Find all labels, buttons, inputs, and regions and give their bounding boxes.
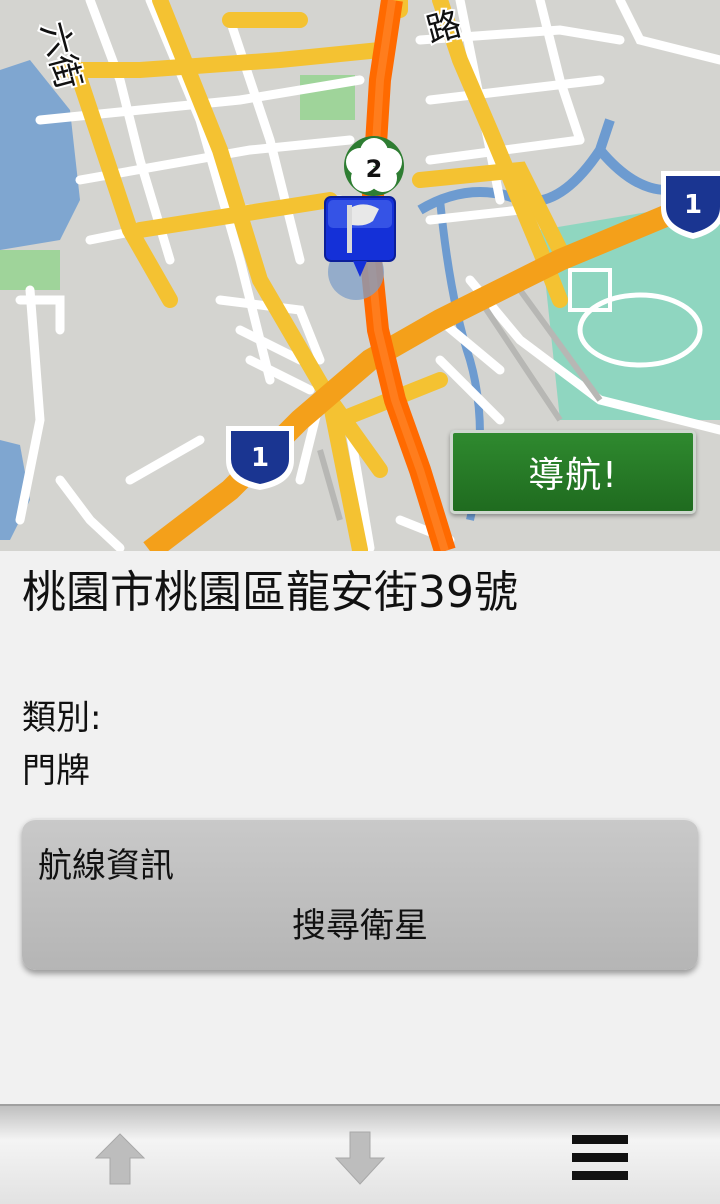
svg-text:1: 1 <box>684 190 702 220</box>
menu-button[interactable] <box>560 1120 640 1196</box>
navigate-button[interactable]: 導航! <box>450 430 696 514</box>
map-view[interactable]: 六街 路 2 1 1 導航! <box>0 0 720 551</box>
menu-icon <box>572 1135 628 1180</box>
place-address: 桃園市桃園區龍安街39號 <box>22 567 518 618</box>
satellite-status: 搜尋衛星 <box>292 906 428 946</box>
route-info-button[interactable]: 航線資訊 搜尋衛星 <box>22 818 698 970</box>
arrow-down-icon <box>334 1131 386 1185</box>
scroll-up-button[interactable] <box>80 1120 160 1196</box>
arrow-up-icon <box>94 1133 146 1185</box>
scroll-down-button[interactable] <box>320 1120 400 1196</box>
bottom-toolbar <box>0 1104 720 1204</box>
route-1-shield-icon: 1 <box>226 426 294 490</box>
route-info-title: 航線資訊 <box>38 846 174 886</box>
route-2-shield-icon: 2 <box>344 136 404 196</box>
category-label: 類別: <box>22 698 102 738</box>
svg-text:1: 1 <box>251 443 269 473</box>
svg-text:2: 2 <box>366 155 383 183</box>
category-value: 門牌 <box>22 751 90 791</box>
